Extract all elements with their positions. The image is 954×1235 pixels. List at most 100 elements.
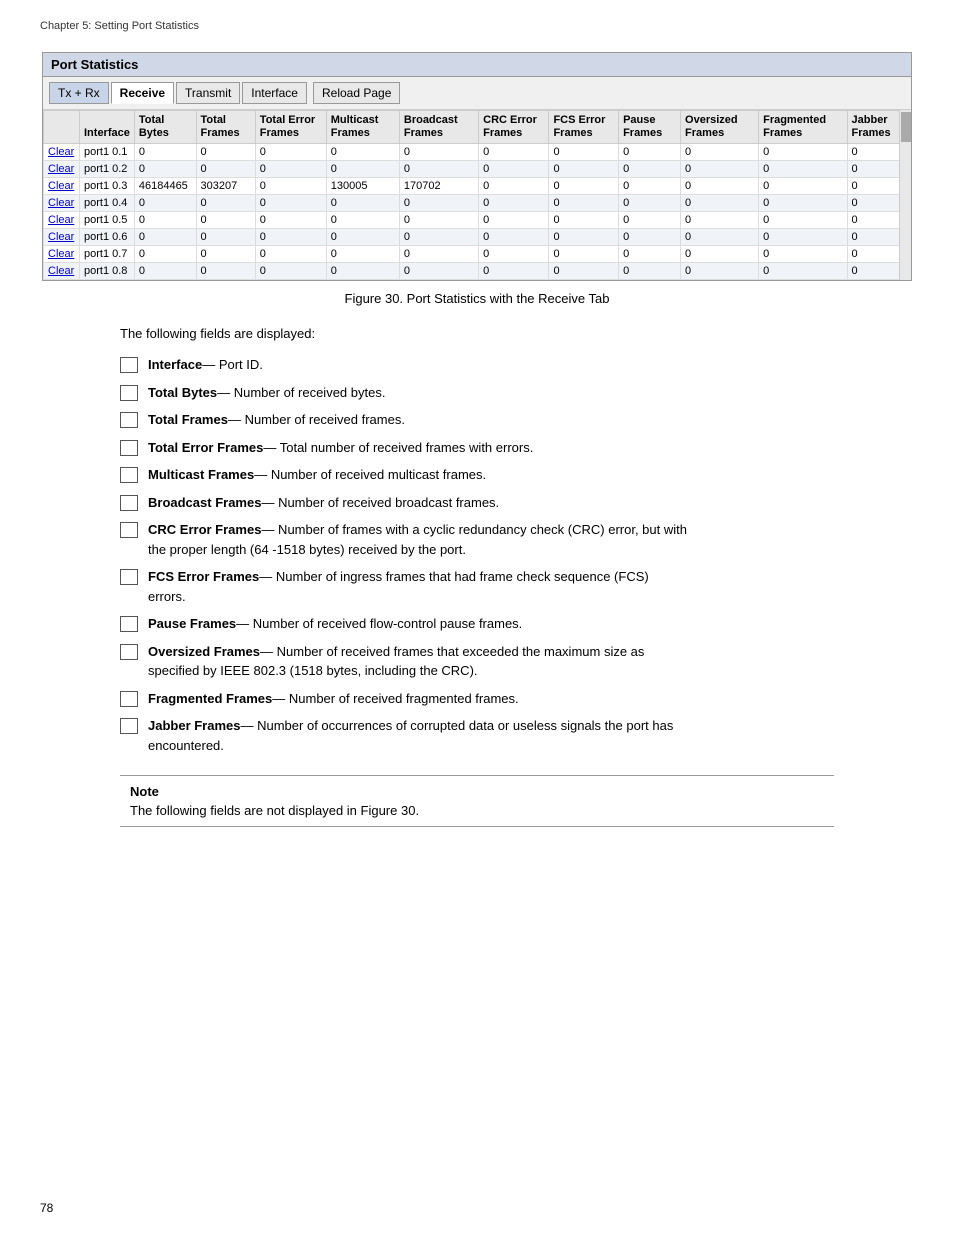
note-text: The following fields are not displayed i… bbox=[130, 803, 824, 818]
field-bold-label: CRC Error Frames bbox=[148, 522, 261, 537]
cell-fragmented_frames: 0 bbox=[759, 212, 847, 229]
field-text: FCS Error Frames— Number of ingress fram… bbox=[148, 567, 688, 606]
field-bullet-icon bbox=[120, 718, 138, 734]
scrollbar-track[interactable] bbox=[899, 110, 911, 280]
cell-fcs_error_frames: 0 bbox=[549, 144, 619, 161]
cell-oversized_frames: 0 bbox=[681, 263, 759, 280]
reload-page-button[interactable]: Reload Page bbox=[313, 82, 400, 104]
field-bullet-icon bbox=[120, 616, 138, 632]
cell-broadcast_frames: 0 bbox=[399, 195, 478, 212]
field-text: Interface— Port ID. bbox=[148, 355, 688, 375]
cell-interface: port1 0.1 bbox=[80, 144, 135, 161]
cell-pause_frames: 0 bbox=[619, 212, 681, 229]
cell-crc_error_frames: 0 bbox=[479, 195, 549, 212]
cell-total_bytes: 0 bbox=[134, 246, 196, 263]
cell-interface: port1 0.2 bbox=[80, 161, 135, 178]
cell-total_bytes: 0 bbox=[134, 195, 196, 212]
cell-fragmented_frames: 0 bbox=[759, 195, 847, 212]
cell-fragmented_frames: 0 bbox=[759, 161, 847, 178]
field-bullet-icon bbox=[120, 412, 138, 428]
cell-crc_error_frames: 0 bbox=[479, 229, 549, 246]
list-item: Oversized Frames— Number of received fra… bbox=[120, 642, 914, 681]
table-row: Clearport1 0.700000000000 bbox=[44, 246, 911, 263]
col-header-interface: Interface bbox=[80, 111, 135, 144]
list-item: Fragmented Frames— Number of received fr… bbox=[120, 689, 914, 709]
field-text: CRC Error Frames— Number of frames with … bbox=[148, 520, 688, 559]
cell-pause_frames: 0 bbox=[619, 178, 681, 195]
col-header-oversized-frames: Oversized Frames bbox=[681, 111, 759, 144]
cell-pause_frames: 0 bbox=[619, 144, 681, 161]
cell-fcs_error_frames: 0 bbox=[549, 263, 619, 280]
col-header-broadcast-frames: Broadcast Frames bbox=[399, 111, 478, 144]
col-header-multicast-frames: Multicast Frames bbox=[326, 111, 399, 144]
cell-pause_frames: 0 bbox=[619, 246, 681, 263]
tab-transmit[interactable]: Transmit bbox=[176, 82, 240, 104]
field-bullet-icon bbox=[120, 467, 138, 483]
clear-link[interactable]: Clear bbox=[48, 180, 74, 192]
clear-link[interactable]: Clear bbox=[48, 248, 74, 260]
cell-multicast_frames: 130005 bbox=[326, 178, 399, 195]
clear-link[interactable]: Clear bbox=[48, 214, 74, 226]
chapter-header: Chapter 5: Setting Port Statistics bbox=[40, 20, 914, 32]
field-list: Interface— Port ID.Total Bytes— Number o… bbox=[120, 355, 914, 755]
cell-total_frames: 0 bbox=[196, 229, 255, 246]
cell-total_bytes: 0 bbox=[134, 212, 196, 229]
col-header-pause-frames: Pause Frames bbox=[619, 111, 681, 144]
clear-link[interactable]: Clear bbox=[48, 146, 74, 158]
field-text: Fragmented Frames— Number of received fr… bbox=[148, 689, 688, 709]
clear-link[interactable]: Clear bbox=[48, 197, 74, 209]
cell-total_error_frames: 0 bbox=[255, 195, 326, 212]
table-row: Clearport1 0.800000000000 bbox=[44, 263, 911, 280]
scrollbar-thumb[interactable] bbox=[901, 112, 911, 142]
cell-oversized_frames: 0 bbox=[681, 144, 759, 161]
table-row: Clearport1 0.346184465303207013000517070… bbox=[44, 178, 911, 195]
tabs-row: Tx + Rx Receive Transmit Interface Reloa… bbox=[43, 77, 911, 110]
page-number: 78 bbox=[40, 1201, 53, 1215]
cell-total_bytes: 0 bbox=[134, 229, 196, 246]
col-header-fcs-error-frames: FCS Error Frames bbox=[549, 111, 619, 144]
cell-oversized_frames: 0 bbox=[681, 229, 759, 246]
cell-fcs_error_frames: 0 bbox=[549, 161, 619, 178]
note-box: Note The following fields are not displa… bbox=[120, 775, 834, 827]
tab-tx-rx[interactable]: Tx + Rx bbox=[49, 82, 109, 104]
cell-total_error_frames: 0 bbox=[255, 178, 326, 195]
list-item: Pause Frames— Number of received flow-co… bbox=[120, 614, 914, 634]
cell-total_frames: 0 bbox=[196, 144, 255, 161]
cell-fcs_error_frames: 0 bbox=[549, 195, 619, 212]
field-bold-label: Total Frames bbox=[148, 412, 228, 427]
field-text: Total Error Frames— Total number of rece… bbox=[148, 438, 688, 458]
field-bold-label: Fragmented Frames bbox=[148, 691, 272, 706]
list-item: Total Frames— Number of received frames. bbox=[120, 410, 914, 430]
cell-fragmented_frames: 0 bbox=[759, 263, 847, 280]
field-bold-label: FCS Error Frames bbox=[148, 569, 259, 584]
cell-multicast_frames: 0 bbox=[326, 212, 399, 229]
clear-link[interactable]: Clear bbox=[48, 163, 74, 175]
note-title: Note bbox=[130, 784, 824, 799]
cell-fragmented_frames: 0 bbox=[759, 144, 847, 161]
field-bold-label: Oversized Frames bbox=[148, 644, 260, 659]
cell-total_error_frames: 0 bbox=[255, 212, 326, 229]
cell-broadcast_frames: 0 bbox=[399, 246, 478, 263]
table-row: Clearport1 0.100000000000 bbox=[44, 144, 911, 161]
col-header-total-bytes: Total Bytes bbox=[134, 111, 196, 144]
cell-multicast_frames: 0 bbox=[326, 195, 399, 212]
tab-receive[interactable]: Receive bbox=[111, 82, 174, 104]
field-bold-label: Jabber Frames bbox=[148, 718, 241, 733]
cell-broadcast_frames: 170702 bbox=[399, 178, 478, 195]
clear-link[interactable]: Clear bbox=[48, 265, 74, 277]
port-stats-title: Port Statistics bbox=[43, 53, 911, 77]
cell-total_frames: 303207 bbox=[196, 178, 255, 195]
field-bold-label: Broadcast Frames bbox=[148, 495, 261, 510]
cell-fcs_error_frames: 0 bbox=[549, 246, 619, 263]
field-bullet-icon bbox=[120, 495, 138, 511]
field-bullet-icon bbox=[120, 385, 138, 401]
cell-fcs_error_frames: 0 bbox=[549, 229, 619, 246]
field-text: Jabber Frames— Number of occurrences of … bbox=[148, 716, 688, 755]
col-header-crc-error-frames: CRC Error Frames bbox=[479, 111, 549, 144]
cell-total_frames: 0 bbox=[196, 263, 255, 280]
clear-link[interactable]: Clear bbox=[48, 231, 74, 243]
tab-interface[interactable]: Interface bbox=[242, 82, 307, 104]
stats-table-wrapper: Interface Total Bytes Total Frames Total… bbox=[43, 110, 911, 280]
cell-total_frames: 0 bbox=[196, 195, 255, 212]
cell-oversized_frames: 0 bbox=[681, 195, 759, 212]
